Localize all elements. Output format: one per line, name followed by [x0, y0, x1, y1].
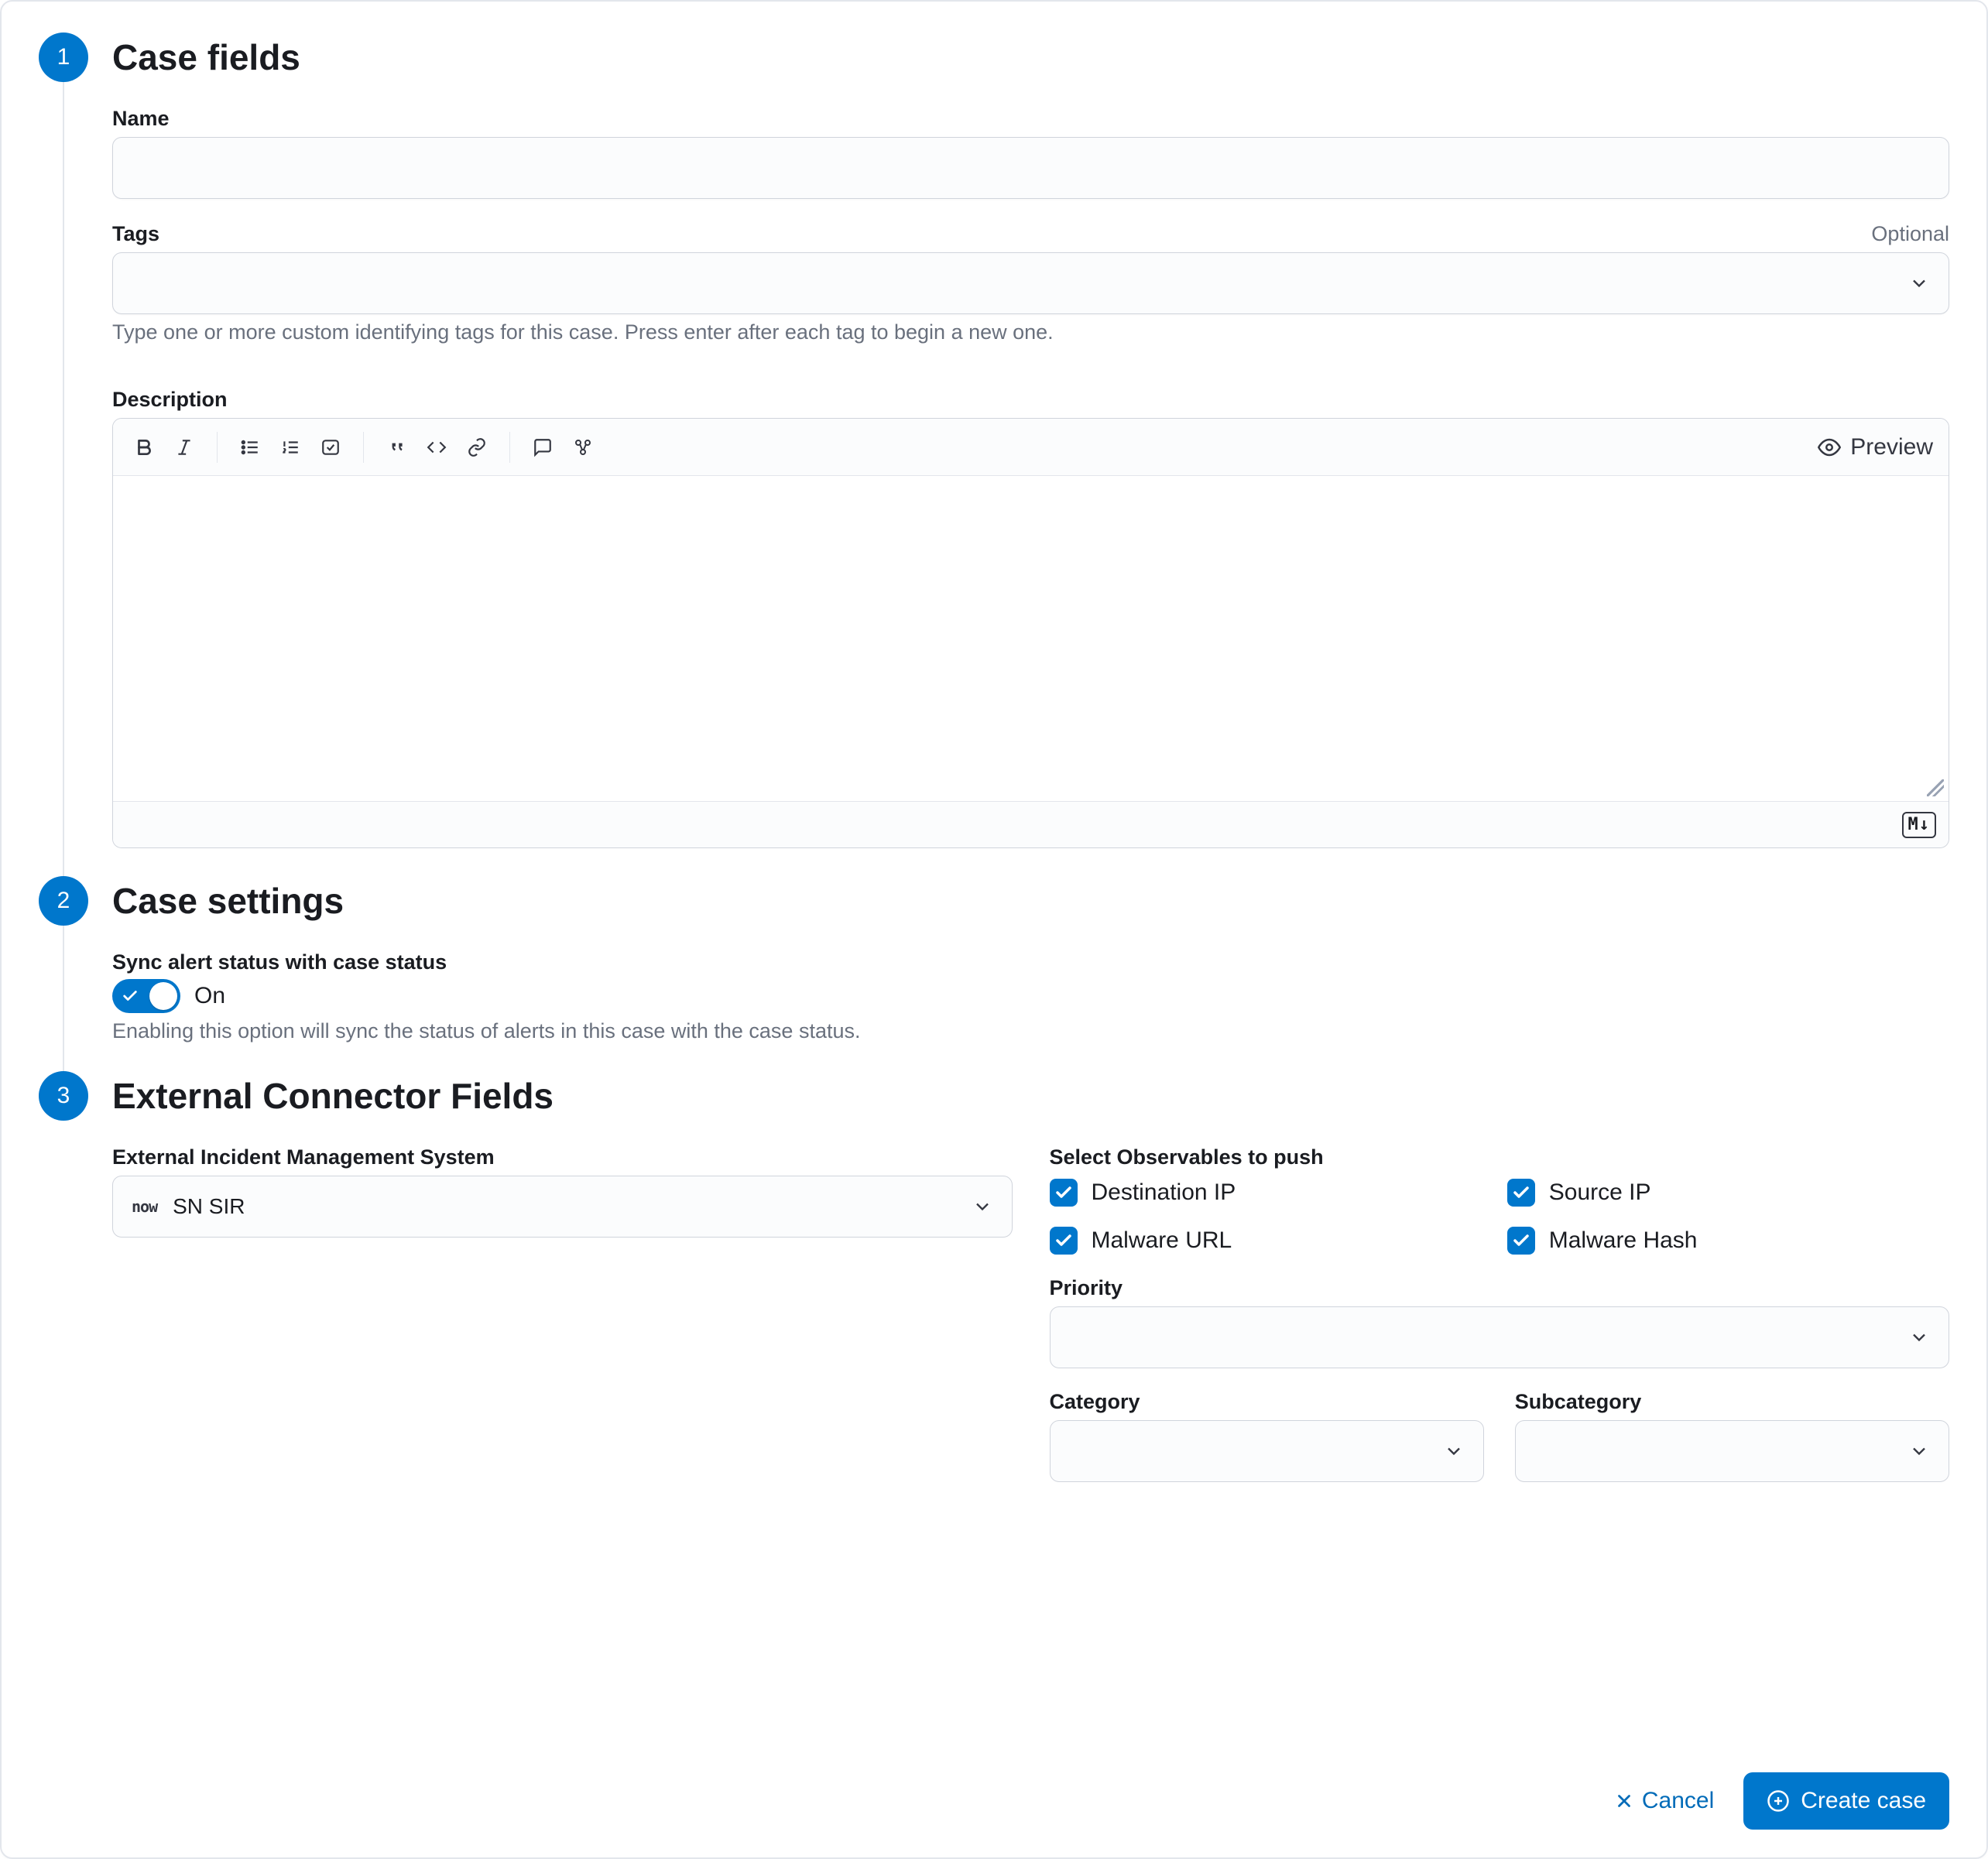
preview-button[interactable]: Preview: [1818, 434, 1933, 460]
step-badge-3: 3: [39, 1071, 88, 1121]
field-tags: Tags Optional Type one or more custom id…: [112, 222, 1949, 344]
sync-help: Enabling this option will sync the statu…: [112, 1019, 1949, 1043]
observable-label: Source IP: [1549, 1179, 1651, 1206]
tags-input[interactable]: [112, 252, 1949, 314]
priority-select[interactable]: [1050, 1306, 1950, 1368]
external-system-label: External Incident Management System: [112, 1145, 1013, 1169]
observables-label: Select Observables to push: [1050, 1145, 1950, 1169]
step-case-settings: 2 Case settings Sync alert status with c…: [39, 876, 1949, 1071]
cancel-label: Cancel: [1642, 1788, 1714, 1814]
field-name: Name: [112, 107, 1949, 199]
field-description: Description: [112, 388, 1949, 848]
close-icon: [1614, 1791, 1634, 1811]
checkbox-checked-icon: [1507, 1227, 1535, 1255]
markdown-icon[interactable]: M↓: [1902, 812, 1937, 838]
link-icon[interactable]: [461, 432, 492, 463]
sync-toggle[interactable]: [112, 979, 180, 1013]
italic-icon[interactable]: [169, 432, 200, 463]
chevron-down-icon: [1908, 1440, 1930, 1462]
checkbox-checked-icon: [1050, 1179, 1078, 1207]
eye-icon: [1818, 436, 1841, 459]
editor-footer: M↓: [113, 801, 1949, 847]
step-title-case-settings: Case settings: [112, 876, 1949, 926]
create-case-button[interactable]: Create case: [1743, 1772, 1949, 1830]
external-system-select[interactable]: now SN SIR: [112, 1176, 1013, 1238]
priority-label: Priority: [1050, 1276, 1950, 1300]
editor-toolbar: Preview: [113, 419, 1949, 476]
observable-source-ip[interactable]: Source IP: [1507, 1179, 1949, 1207]
observables-list: Destination IP Source IP Malware URL: [1050, 1179, 1950, 1255]
tags-label: Tags: [112, 222, 159, 246]
name-input[interactable]: [112, 137, 1949, 199]
category-field: Category: [1050, 1390, 1484, 1482]
priority-field: Priority: [1050, 1276, 1950, 1368]
sync-label: Sync alert status with case status: [112, 950, 1949, 974]
name-label: Name: [112, 107, 170, 131]
servicenow-icon: now: [132, 1197, 157, 1216]
lens-icon[interactable]: [567, 432, 598, 463]
tags-help: Type one or more custom identifying tags…: [112, 320, 1949, 344]
checklist-icon[interactable]: [315, 432, 346, 463]
step-badge-1: 1: [39, 33, 88, 82]
code-icon[interactable]: [421, 432, 452, 463]
cancel-button[interactable]: Cancel: [1606, 1777, 1722, 1825]
check-icon: [122, 988, 139, 1005]
chevron-down-icon: [1443, 1440, 1465, 1462]
category-select[interactable]: [1050, 1420, 1484, 1482]
observables-and-fields: Select Observables to push Destination I…: [1050, 1145, 1950, 1482]
quote-icon[interactable]: [381, 432, 412, 463]
create-case-page: 1 Case fields Name Tags Optional: [0, 0, 1988, 1859]
observable-label: Destination IP: [1092, 1179, 1236, 1206]
footer-actions: Cancel Create case: [1606, 1772, 1949, 1830]
step-title-external-connector: External Connector Fields: [112, 1071, 1949, 1121]
subcategory-select[interactable]: [1515, 1420, 1949, 1482]
step-case-fields: 1 Case fields Name Tags Optional: [39, 33, 1949, 876]
sync-value-text: On: [194, 983, 225, 1009]
step-external-connector: 3 External Connector Fields External Inc…: [39, 1071, 1949, 1510]
external-system-value: SN SIR: [173, 1194, 245, 1219]
tags-optional: Optional: [1871, 222, 1949, 246]
bullet-list-icon[interactable]: [235, 432, 266, 463]
plus-circle-icon: [1767, 1789, 1790, 1813]
comment-icon[interactable]: [527, 432, 558, 463]
subcategory-field: Subcategory: [1515, 1390, 1949, 1482]
description-label: Description: [112, 388, 228, 412]
observable-malware-url[interactable]: Malware URL: [1050, 1227, 1492, 1255]
observable-label: Malware Hash: [1549, 1227, 1698, 1254]
observable-malware-hash[interactable]: Malware Hash: [1507, 1227, 1949, 1255]
subcategory-label: Subcategory: [1515, 1390, 1949, 1414]
checkbox-checked-icon: [1507, 1179, 1535, 1207]
description-editor: Preview M↓: [112, 418, 1949, 848]
external-system-field: External Incident Management System now …: [112, 1145, 1013, 1482]
category-label: Category: [1050, 1390, 1484, 1414]
description-textarea[interactable]: [113, 476, 1949, 801]
observable-destination-ip[interactable]: Destination IP: [1050, 1179, 1492, 1207]
observable-label: Malware URL: [1092, 1227, 1232, 1254]
step-title-case-fields: Case fields: [112, 33, 1949, 82]
create-case-label: Create case: [1801, 1788, 1926, 1814]
chevron-down-icon: [1908, 272, 1930, 294]
preview-label: Preview: [1850, 434, 1933, 460]
steps-list: 1 Case fields Name Tags Optional: [39, 33, 1949, 1510]
ordered-list-icon[interactable]: [275, 432, 306, 463]
bold-icon[interactable]: [129, 432, 159, 463]
chevron-down-icon: [972, 1196, 993, 1217]
chevron-down-icon: [1908, 1327, 1930, 1348]
checkbox-checked-icon: [1050, 1227, 1078, 1255]
step-badge-2: 2: [39, 876, 88, 926]
